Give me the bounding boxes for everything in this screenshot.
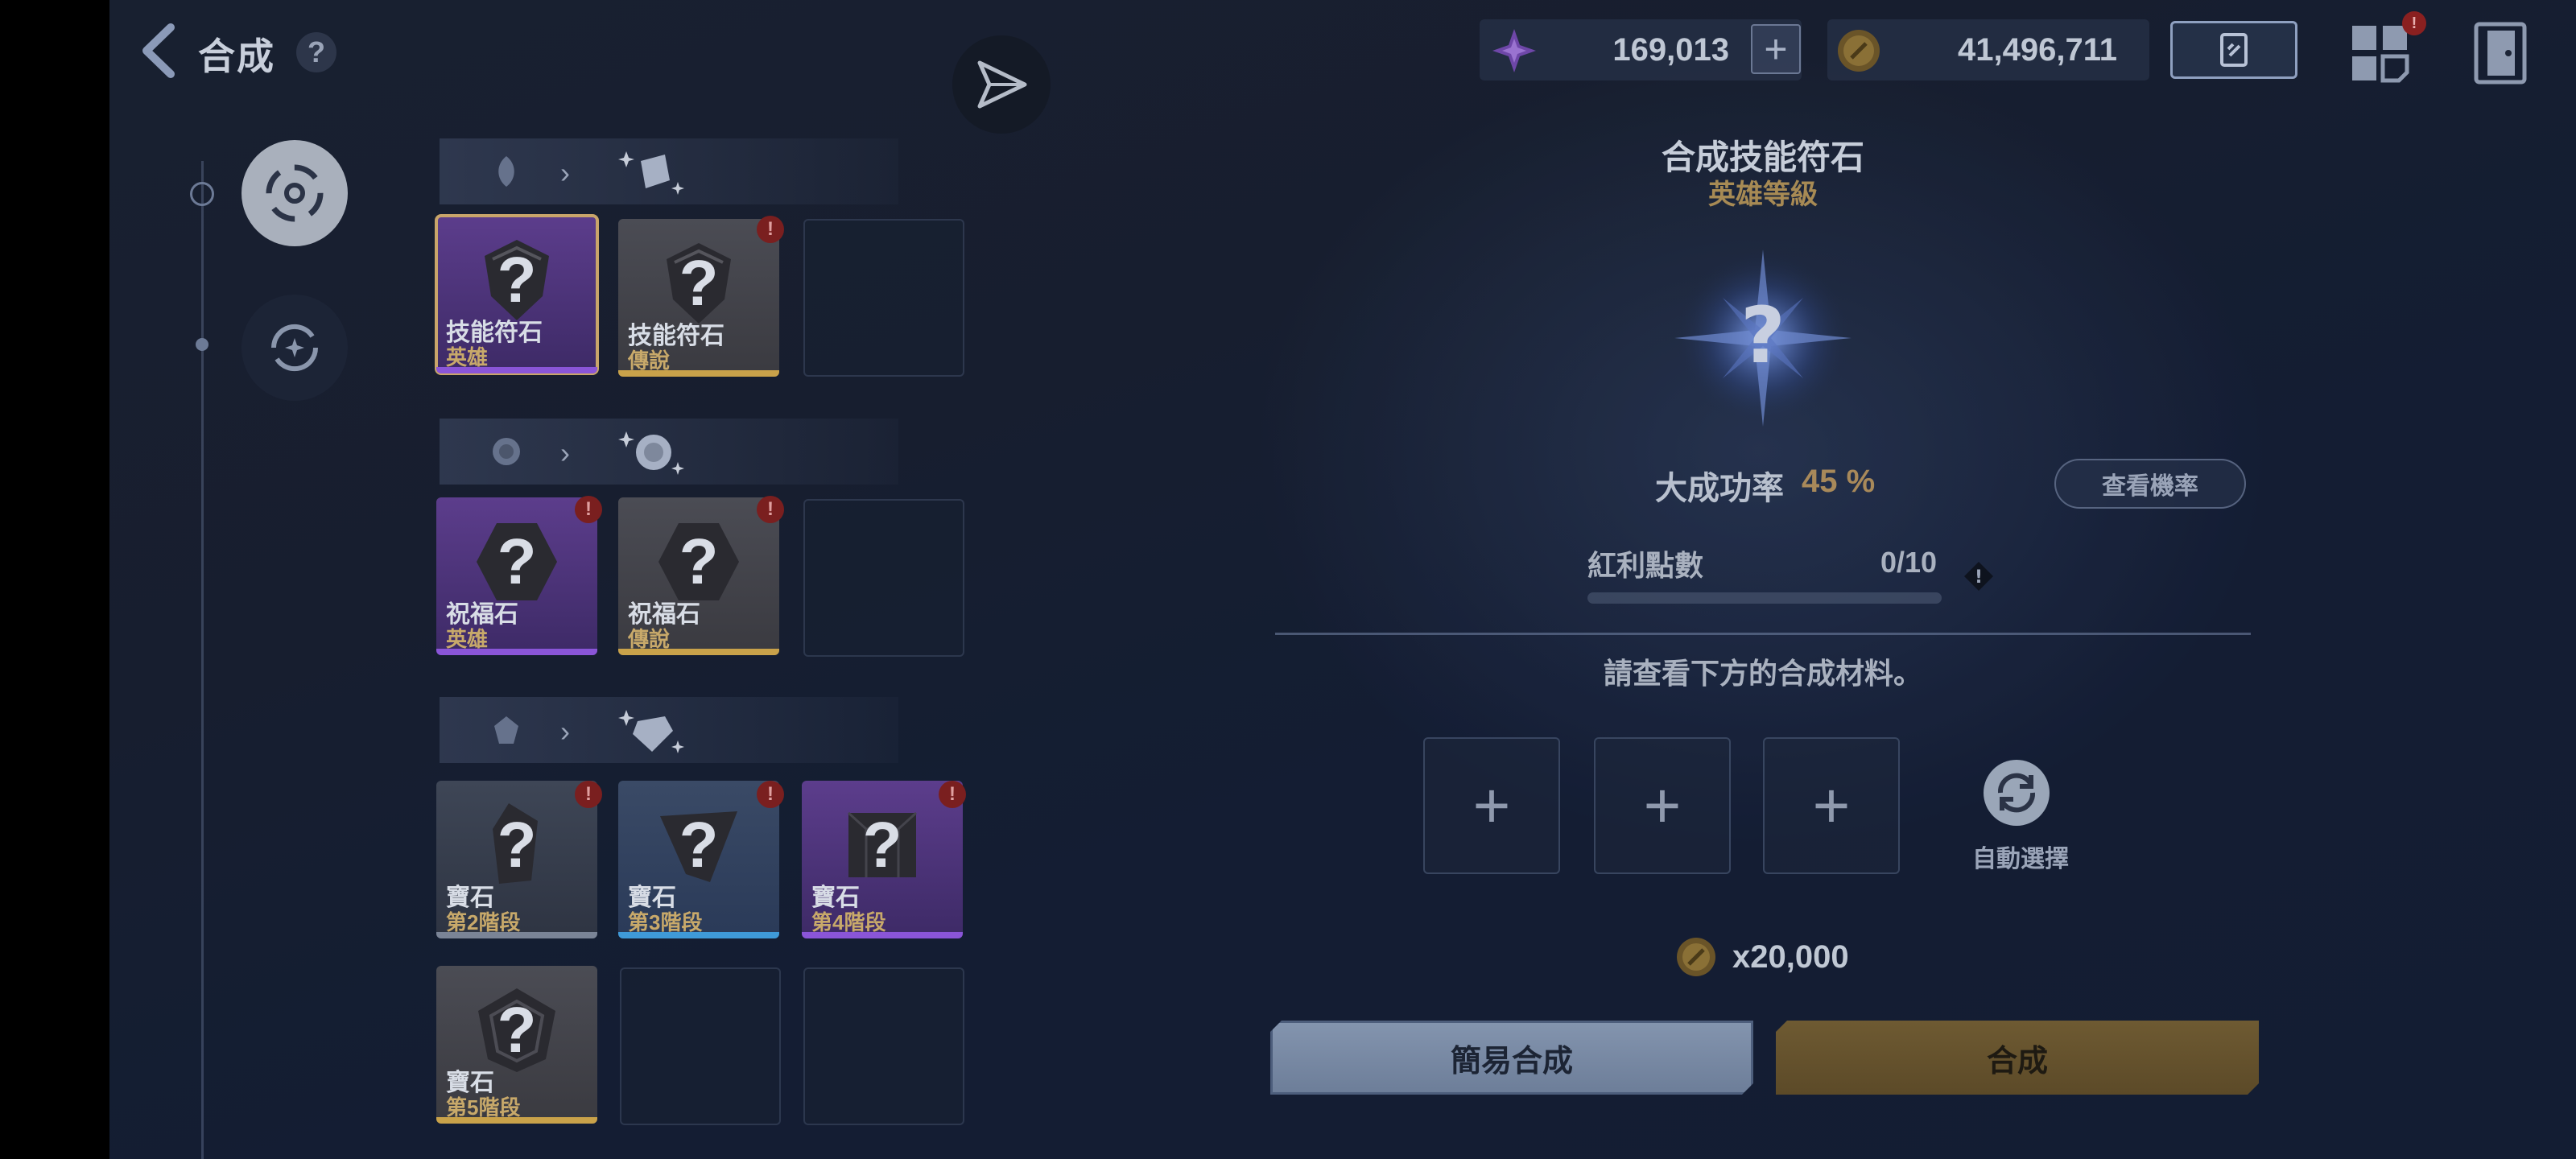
help-button[interactable]: ?	[296, 32, 336, 72]
screen-edge	[0, 0, 109, 1159]
swirl-icon	[266, 164, 324, 222]
item-card-empty	[620, 967, 781, 1125]
view-probability-button[interactable]: 查看機率	[2054, 459, 2246, 509]
material-slot-1[interactable]: +	[1423, 737, 1560, 874]
refresh-sparkle-icon	[270, 324, 319, 372]
alert-icon: !	[757, 781, 784, 808]
auto-select-label: 自動選擇	[1972, 846, 2069, 872]
clipboard-icon	[2220, 33, 2248, 67]
send-icon	[977, 60, 1027, 109]
sidebar-rail	[201, 161, 204, 1159]
diamond-sparkle-icon	[618, 710, 684, 753]
alert-icon: !	[575, 781, 602, 808]
item-card-gem-tier3[interactable]: ? 寶石 第3階段	[618, 781, 779, 938]
unknown-icon: ?	[862, 809, 902, 881]
section-divider	[1275, 633, 2251, 635]
gem-icon	[494, 716, 518, 744]
item-card-empty	[803, 499, 964, 657]
share-button[interactable]	[952, 35, 1051, 134]
rune-sparkle-icon	[618, 151, 684, 195]
svg-text:!: !	[1975, 567, 1983, 588]
svg-text:?: ?	[1740, 291, 1785, 381]
item-card-rune-legend[interactable]: ? 技能符石 傳說	[618, 219, 779, 377]
mystery-rune-preview-icon: ?	[1674, 250, 1852, 427]
item-card-empty	[803, 967, 964, 1125]
alert-icon: !	[757, 496, 784, 523]
exit-button[interactable]	[2473, 21, 2528, 85]
sidebar-node-active	[190, 182, 214, 206]
alert-icon: !	[575, 496, 602, 523]
easy-synthesis-button[interactable]: 簡易合成	[1270, 1021, 1753, 1095]
page-title: 合成	[198, 35, 275, 77]
rarity-bar	[436, 367, 597, 373]
category-header-blessing[interactable]: ›	[440, 419, 898, 485]
item-card-gem-tier5[interactable]: ? 寶石 第5階段	[436, 966, 597, 1124]
rarity-bar	[802, 932, 963, 938]
item-card-rune-hero[interactable]: ? 技能符石 英雄	[435, 214, 599, 375]
orb-icon	[493, 438, 520, 465]
category-header-gem[interactable]: ›	[440, 697, 898, 763]
gem-amount: 169,013	[1612, 31, 1729, 68]
bonus-points-value: 0/10	[1880, 546, 1938, 579]
unknown-icon: ?	[679, 809, 719, 881]
rarity-bar	[618, 649, 779, 655]
grid-menu-icon	[2352, 26, 2409, 83]
rarity-bar	[436, 649, 597, 655]
material-slot-3[interactable]: +	[1763, 737, 1900, 874]
great-success-rate-label: 大成功率	[1655, 471, 1784, 506]
door-icon	[2474, 22, 2527, 85]
rarity-bar	[618, 370, 779, 377]
gold-coin-icon	[1677, 938, 1715, 976]
rarity-bar	[618, 932, 779, 938]
unknown-icon: ?	[679, 526, 719, 597]
auto-select-button[interactable]	[1984, 760, 2050, 826]
material-instruction: 請查看下方的合成材料。	[1603, 657, 1922, 690]
add-gems-button[interactable]: +	[1751, 24, 1801, 74]
chevron-right-icon: ›	[560, 715, 570, 748]
bonus-points-label: 紅利點數	[1587, 549, 1704, 582]
item-card-gem-tier4[interactable]: ? 寶石 第4階段	[802, 781, 963, 938]
rarity-bar	[436, 1117, 597, 1124]
synthesis-cost: x20,000	[1674, 935, 1849, 979]
synthesis-button[interactable]: 合成	[1776, 1021, 2259, 1095]
gem-currency-icon	[1492, 29, 1536, 72]
sidebar-node	[196, 338, 208, 351]
category-header-rune[interactable]: ›	[440, 138, 898, 204]
gold-currency: 41,496,711	[1827, 19, 2149, 80]
info-diamond-icon[interactable]: !	[1963, 560, 1995, 592]
alert-icon: !	[757, 216, 784, 243]
back-button[interactable]	[134, 23, 182, 79]
synthesis-grade: 英雄等級	[1708, 179, 1818, 210]
rarity-bar	[436, 932, 597, 938]
chevron-right-icon: ›	[560, 156, 570, 189]
item-card-empty	[803, 219, 964, 377]
chevron-left-icon	[142, 23, 175, 78]
refresh-icon	[1997, 773, 2036, 813]
sidebar-tab-refresh[interactable]	[242, 295, 348, 401]
unknown-icon: ?	[497, 809, 537, 881]
orb-sparkle-icon	[618, 431, 684, 475]
alert-icon: !	[939, 781, 966, 808]
unknown-icon: ?	[497, 994, 537, 1066]
unknown-icon: ?	[497, 244, 537, 316]
bonus-progress-bar	[1587, 592, 1942, 604]
menu-alert-badge: !	[2402, 11, 2426, 35]
item-card-blessing-legend[interactable]: ? 祝福石 傳說	[618, 497, 779, 655]
unknown-icon: ?	[497, 526, 537, 597]
menu-button[interactable]: !	[2349, 11, 2426, 84]
material-slot-2[interactable]: +	[1594, 737, 1731, 874]
sidebar-tab-synthesis[interactable]	[242, 140, 348, 246]
great-success-rate-value: 45 %	[1802, 464, 1876, 499]
cost-amount: x20,000	[1732, 938, 1849, 975]
chevron-right-icon: ›	[560, 436, 570, 469]
leaf-rune-icon	[498, 156, 514, 187]
unknown-icon: ?	[679, 247, 719, 319]
item-card-blessing-hero[interactable]: ? 祝福石 英雄	[436, 497, 597, 655]
item-card-gem-tier2[interactable]: ? 寶石 第2階段	[436, 781, 597, 938]
gold-amount: 41,496,711	[1958, 31, 2117, 68]
quest-button[interactable]	[2170, 21, 2297, 79]
gold-coin-icon	[1838, 30, 1880, 72]
